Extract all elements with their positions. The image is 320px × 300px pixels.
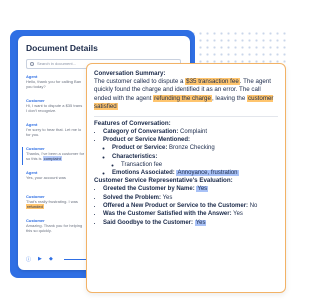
product-sublist: Product or Service: Bronze Checking Char…: [103, 144, 278, 177]
category-label: Category of Conversation:: [103, 128, 179, 135]
panel-title: Document Details: [26, 43, 98, 53]
features-title: Features of Conversation:: [94, 119, 171, 127]
entity-tag[interactable]: refunded: [26, 204, 44, 209]
divider: [94, 115, 278, 117]
highlight-fee: $35 transaction fee: [185, 78, 240, 85]
characteristics-sublist: Transaction fee: [112, 161, 278, 169]
list-item: Category of Conversation: Complaint: [103, 128, 278, 136]
message-line: so this is: [26, 156, 42, 161]
eval-question: Was the Customer Satisfied with the Answ…: [103, 211, 232, 218]
characteristic-item: Transaction fee: [121, 161, 278, 169]
entity-tag[interactable]: complaint: [42, 156, 62, 161]
selection-bar: [22, 147, 23, 165]
summary-title: Conversation Summary:: [94, 70, 166, 77]
eval-question: Said Goodbye to the Customer:: [103, 219, 194, 226]
list-item: Offered a New Product or Service to the …: [103, 202, 278, 210]
evaluation-list: Greeted the Customer by Name: Yes Solved…: [94, 185, 278, 226]
eval-question: Greeted the Customer by Name:: [103, 186, 195, 193]
features-list: Category of Conversation: Complaint Prod…: [94, 128, 278, 178]
summary-text: The customer called to dispute a $35 tra…: [94, 78, 278, 112]
evaluation-title: Customer Service Representative's Evalua…: [94, 177, 233, 185]
product-heading: Product or Service Mentioned:: [103, 136, 191, 143]
list-item: Said Goodbye to the Customer: Yes: [103, 219, 278, 227]
eval-answer: Yes: [196, 186, 209, 193]
list-item: Characteristics: Transaction fee: [112, 153, 278, 170]
summary-fragment: The customer called to dispute a: [94, 78, 186, 85]
eval-question: Solved the Problem:: [103, 194, 162, 201]
list-item: Was the Customer Satisfied with the Answ…: [103, 210, 278, 218]
list-item: Emotions Associated: Annoyance, frustrat…: [112, 169, 278, 177]
search-placeholder: Search in document...: [37, 61, 76, 66]
eval-question: Offered a New Product or Service to the …: [103, 203, 249, 209]
play-icon[interactable]: ▶: [38, 256, 42, 262]
volume-icon[interactable]: ◆: [49, 256, 53, 262]
summary-card: Conversation Summary: The customer calle…: [86, 63, 286, 293]
category-value: Complaint: [180, 128, 208, 135]
list-item: Greeted the Customer by Name: Yes: [103, 185, 278, 193]
list-item: Solved the Problem: Yes: [103, 194, 278, 202]
product-label: Product or Service:: [112, 145, 168, 152]
eval-answer: Yes: [162, 194, 173, 201]
info-icon[interactable]: ⓘ: [26, 256, 31, 263]
product-value: Bronze Checking: [169, 145, 215, 152]
emotions-value: Annoyance, frustration: [176, 170, 239, 177]
characteristics-label: Characteristics:: [112, 153, 158, 160]
eval-answer: Yes: [233, 211, 243, 218]
emotions-label: Emotions Associated:: [112, 170, 175, 177]
eval-answer: Yes: [194, 219, 207, 226]
eval-answer: No: [249, 203, 258, 209]
summary-fragment: , leaving the: [211, 94, 248, 102]
search-icon: [30, 61, 34, 66]
list-item: Product or Service: Bronze Checking: [112, 144, 278, 152]
highlight-refund: refunding the charge: [153, 94, 212, 102]
list-item: Product or Service Mentioned: Product or…: [103, 136, 278, 177]
